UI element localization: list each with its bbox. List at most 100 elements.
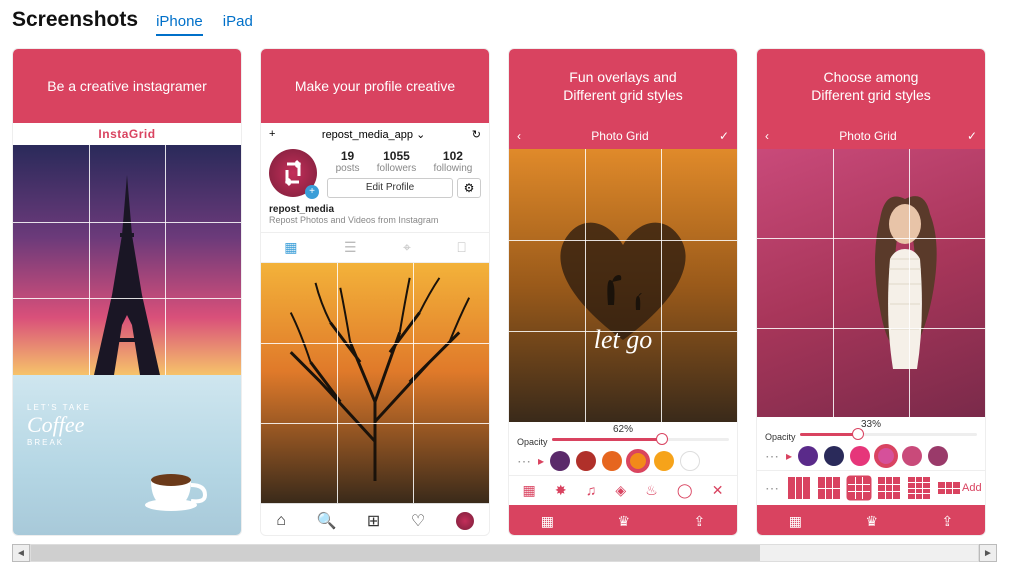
screenshot-4[interactable]: Choose among Different grid styles ‹ Pho… [756,48,986,536]
color-swatch [824,446,844,466]
screenshot-caption: Be a creative instagramer [13,49,241,123]
grid-3x3-alt [878,477,900,499]
ring-sticker-icon: ◯ [677,482,693,499]
done-icon: ✓ [719,129,729,143]
share-icon: ⇪ [942,513,954,530]
grid-icon: ▦ [789,513,802,530]
tagged-icon: ⌖ [403,239,411,256]
editor-navbar: ‹ Photo Grid ✓ [509,123,737,149]
profile-stats: 19posts 1055followers 102following Edit … [327,149,481,198]
color-swatches: ⋯ ▸ [757,442,985,470]
color-swatches: ⋯ ▸ [509,447,737,475]
back-icon: ‹ [765,129,769,143]
screenshot-2[interactable]: Make your profile creative + repost_medi… [260,48,490,536]
opacity-label: Opacity [765,432,796,442]
stat-posts: 19posts [336,149,360,174]
cup-icon [141,465,211,515]
tab-iphone[interactable]: iPhone [156,13,203,36]
grid-icon: ▦ [541,513,554,530]
avatar: + [269,149,317,197]
editor-canvas [757,149,985,417]
screenshot-body: InstaGrid LET'S TAKE Coffee BREAK [13,123,241,536]
color-swatch [654,451,674,471]
overlay-text: let go [594,325,653,355]
profile-header: + 19posts 1055followers 102following Edi… [261,145,489,204]
add-badge-icon: + [305,185,319,199]
editor-bottombar: ▦ ♛ ⇪ [509,505,737,536]
more-left-icon: ⋯ [517,453,532,470]
profile-bio: repost_media Repost Photos and Videos fr… [261,204,489,232]
screenshots-row[interactable]: Be a creative instagramer InstaGrid LET'… [12,48,997,542]
profile-topbar: + repost_media_app ⌄ ↻ [261,123,489,145]
history-icon: ↻ [472,128,481,141]
view-mode-row: ▦ ☰ ⌖ ⎕ [261,232,489,263]
color-swatch [876,446,896,466]
tree-image [261,263,489,503]
stat-following: 102following [433,149,472,174]
more-left-icon: ⋯ [765,480,780,497]
chevron-right-icon: ▸ [786,449,792,463]
scroll-left-button[interactable]: ◄ [12,544,30,562]
screenshots-header: Screenshots iPhone iPad [12,8,997,36]
burst-sticker-icon: ✸ [555,482,567,499]
edit-profile-button: Edit Profile [327,178,453,198]
gear-icon: ⚙ [457,178,481,198]
add-grid-button: Add [938,482,982,494]
username-dropdown: repost_media_app ⌄ [322,128,425,141]
home-icon: ⌂ [276,512,286,530]
grid-3x3 [848,477,870,499]
screenshot-caption: Choose among Different grid styles [757,49,985,123]
app-title: InstaGrid [13,123,241,145]
crown-icon: ♛ [865,513,878,530]
add-post-icon: ⊞ [367,511,380,531]
editor-canvas: let go [509,149,737,422]
bookmark-icon: ⎕ [457,239,465,256]
screenshots-scroller: Be a creative instagramer InstaGrid LET'… [12,48,997,562]
grid-view-icon: ▦ [284,239,297,256]
coffee-image: LET'S TAKE Coffee BREAK [13,375,241,535]
crown-icon: ♛ [617,513,630,530]
diamond-sticker-icon: ◈ [615,482,626,499]
screenshot-caption: Fun overlays and Different grid styles [509,49,737,123]
editor-navbar: ‹ Photo Grid ✓ [757,123,985,149]
scroll-thumb[interactable] [31,545,760,561]
grid-preview: LET'S TAKE Coffee BREAK [13,145,241,535]
eiffel-image [13,145,241,375]
search-icon: 🔍 [316,511,336,531]
scroll-track[interactable] [30,544,979,562]
screenshot-body: ‹ Photo Grid ✓ let go 62% Opacity [509,123,737,536]
scroll-right-button[interactable]: ► [979,544,997,562]
music-sticker-icon: ♫ [586,482,597,499]
opacity-slider [552,438,729,441]
color-swatch [798,446,818,466]
opacity-value: 62% [517,424,729,435]
screenshot-3[interactable]: Fun overlays and Different grid styles ‹… [508,48,738,536]
tab-ipad[interactable]: iPad [223,13,253,36]
color-swatch [850,446,870,466]
horizontal-scrollbar[interactable]: ◄ ► [12,544,997,562]
device-tabs: iPhone iPad [156,13,253,36]
feed-grid [261,263,489,503]
grid-4x3 [908,477,930,499]
color-swatch [680,451,700,471]
chevron-right-icon: ▸ [538,454,544,468]
color-swatch [928,446,948,466]
add-icon: + [269,128,275,140]
screenshot-caption: Make your profile creative [261,49,489,123]
sticker-row: ▦ ✸ ♫ ◈ ♨ ◯ ✕ [509,475,737,505]
grid-sticker-icon: ▦ [523,482,536,499]
nav-title: Photo Grid [591,129,648,143]
opacity-label: Opacity [517,437,548,447]
screenshot-body: + repost_media_app ⌄ ↻ + 19posts 1055fol… [261,123,489,536]
editor-bottombar: ▦ ♛ ⇪ [757,505,985,536]
opacity-slider [800,433,977,436]
screenshot-1[interactable]: Be a creative instagramer InstaGrid LET'… [12,48,242,536]
more-left-icon: ⋯ [765,448,780,465]
grid-style-row: ⋯ Add [757,470,985,505]
grid-1x3 [788,477,810,499]
coffee-text: LET'S TAKE Coffee BREAK [27,403,91,447]
stat-followers: 1055followers [377,149,416,174]
screenshot-body: ‹ Photo Grid ✓ 33% Opacity [757,123,985,536]
color-swatch [902,446,922,466]
done-icon: ✓ [967,129,977,143]
